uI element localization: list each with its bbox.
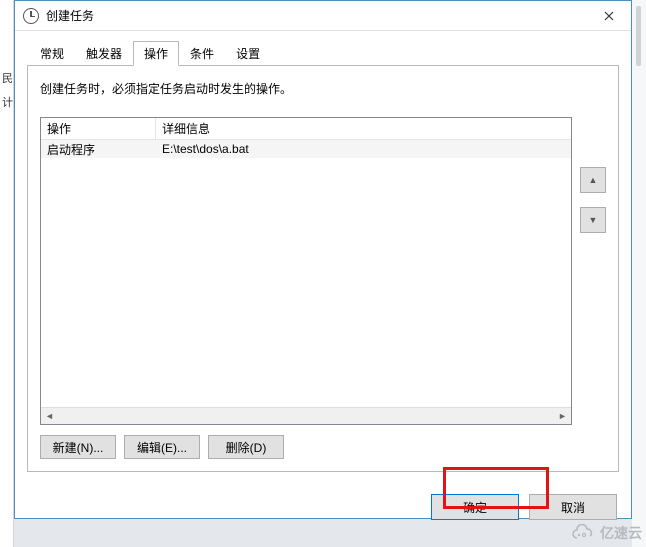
col-operation[interactable]: 操作 bbox=[41, 118, 156, 139]
dialog-footer: 确定 取消 bbox=[15, 484, 631, 532]
move-down-button[interactable]: ▼ bbox=[580, 207, 606, 233]
watermark-text: 亿速云 bbox=[600, 523, 642, 543]
scroll-right-icon[interactable]: ► bbox=[554, 409, 571, 424]
edit-button[interactable]: 编辑(E)... bbox=[124, 435, 200, 459]
reorder-buttons: ▲ ▼ bbox=[580, 117, 606, 425]
action-buttons-row: 新建(N)... 编辑(E)... 删除(D) bbox=[40, 435, 606, 459]
tab-actions[interactable]: 操作 bbox=[133, 41, 179, 66]
horizontal-scrollbar[interactable]: ◄ ► bbox=[41, 407, 571, 424]
list-row[interactable]: 启动程序 E:\test\dos\a.bat bbox=[41, 140, 571, 158]
tab-general[interactable]: 常规 bbox=[29, 41, 75, 65]
tab-strip: 常规 触发器 操作 条件 设置 bbox=[29, 43, 619, 65]
clock-icon bbox=[23, 8, 39, 24]
background-left-strip: 民 计 bbox=[0, 0, 14, 547]
list-body: 启动程序 E:\test\dos\a.bat bbox=[41, 140, 571, 407]
create-task-dialog: 创建任务 常规 触发器 操作 条件 设置 创建任务时，必须指定任务启动时发生的操… bbox=[14, 0, 632, 519]
cancel-button[interactable]: 取消 bbox=[529, 494, 617, 520]
watermark: 亿速云 bbox=[570, 523, 642, 543]
delete-button[interactable]: 删除(D) bbox=[208, 435, 284, 459]
actions-list[interactable]: 操作 详细信息 启动程序 E:\test\dos\a.bat ◄ ► bbox=[40, 117, 572, 425]
new-button[interactable]: 新建(N)... bbox=[40, 435, 116, 459]
cell-detail: E:\test\dos\a.bat bbox=[156, 142, 571, 156]
panel-description: 创建任务时，必须指定任务启动时发生的操作。 bbox=[40, 80, 606, 97]
tab-triggers[interactable]: 触发器 bbox=[75, 41, 133, 65]
close-button[interactable] bbox=[586, 1, 631, 30]
dialog-body: 常规 触发器 操作 条件 设置 创建任务时，必须指定任务启动时发生的操作。 操作… bbox=[15, 31, 631, 484]
move-up-button[interactable]: ▲ bbox=[580, 167, 606, 193]
ok-button[interactable]: 确定 bbox=[431, 494, 519, 520]
cloud-icon bbox=[570, 524, 596, 542]
tab-panel-actions: 创建任务时，必须指定任务启动时发生的操作。 操作 详细信息 启动程序 E:\te… bbox=[27, 65, 619, 472]
cell-operation: 启动程序 bbox=[41, 141, 156, 158]
tab-conditions[interactable]: 条件 bbox=[179, 41, 225, 65]
background-right-strip bbox=[632, 0, 646, 547]
col-detail[interactable]: 详细信息 bbox=[156, 118, 571, 139]
window-title: 创建任务 bbox=[46, 7, 94, 24]
scroll-track[interactable] bbox=[58, 409, 554, 424]
scroll-left-icon[interactable]: ◄ bbox=[41, 409, 58, 424]
list-header: 操作 详细信息 bbox=[41, 118, 571, 140]
tab-settings[interactable]: 设置 bbox=[225, 41, 271, 65]
titlebar: 创建任务 bbox=[15, 1, 631, 31]
